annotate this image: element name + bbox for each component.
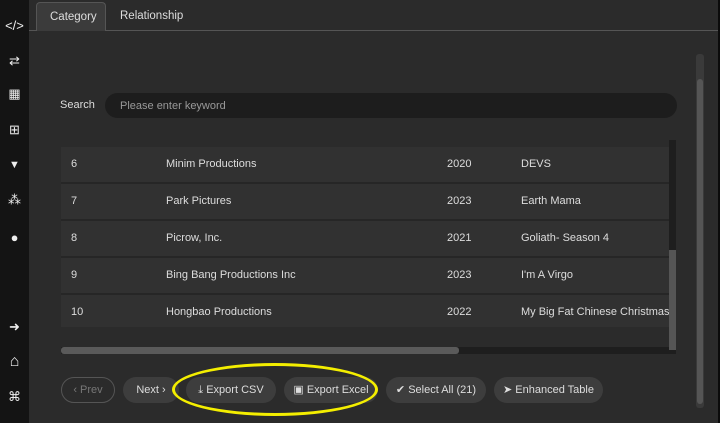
- scrollbar-thumb[interactable]: [61, 347, 459, 354]
- table-row[interactable]: 9 Bing Bang Productions Inc 2023 I'm A Virg…: [61, 258, 669, 295]
- enhanced-table-button[interactable]: ➤ Enhanced Table: [494, 377, 603, 403]
- code-icon[interactable]: </>: [0, 15, 29, 35]
- hierarchy-icon[interactable]: ⊞: [0, 120, 29, 140]
- prev-button[interactable]: ‹ Prev: [61, 377, 115, 403]
- filter-icon[interactable]: ▼: [0, 155, 29, 175]
- cell-year: 2023: [447, 195, 472, 207]
- table-row[interactable]: 8 Picrow, Inc. 2021 Goliath- Season 4: [61, 221, 669, 258]
- cell-index: 6: [71, 158, 78, 170]
- export-excel-button[interactable]: ▣ Export Excel: [284, 377, 378, 403]
- globe-icon[interactable]: ●: [0, 227, 29, 247]
- cell-index: 10: [71, 306, 84, 318]
- select-all-button[interactable]: ✔ Select All (21): [386, 377, 486, 403]
- cell-index: 8: [71, 232, 78, 244]
- network-icon[interactable]: ⁂: [0, 190, 29, 210]
- cell-title: Goliath- Season 4: [521, 232, 610, 244]
- logout-icon[interactable]: ➜: [0, 317, 29, 337]
- swap-icon[interactable]: ⇄: [0, 51, 29, 71]
- table-row[interactable]: 6 Minim Productions 2020 DEVS: [61, 147, 669, 184]
- search-label: Search: [60, 99, 95, 111]
- cell-index: 7: [71, 195, 78, 207]
- cell-index: 9: [71, 269, 78, 281]
- home-icon[interactable]: ⌂: [0, 352, 29, 372]
- scrollbar-thumb[interactable]: [697, 79, 703, 404]
- table-horizontal-scrollbar[interactable]: [61, 347, 669, 354]
- table-row[interactable]: 10 Hongbao Productions 2022 My Big Fat Chin…: [61, 295, 669, 327]
- cell-company: Minim Productions: [166, 158, 257, 170]
- scrollbar-thumb[interactable]: [669, 250, 676, 350]
- cell-year: 2023: [447, 269, 472, 281]
- table-icon[interactable]: ▦: [0, 84, 29, 104]
- main-panel: Category Relationship Search 6 Minim Prod…: [29, 0, 718, 423]
- export-csv-button[interactable]: ⤓ Export CSV: [186, 377, 276, 403]
- command-icon[interactable]: ⌘: [0, 387, 29, 407]
- tab-bar: Category Relationship: [29, 0, 718, 31]
- search-input[interactable]: [105, 93, 677, 118]
- table-vertical-scrollbar[interactable]: [669, 140, 676, 354]
- results-table: 6 Minim Productions 2020 DEVS 7 Park Picture…: [61, 147, 669, 327]
- cell-title: I'm A Virgo: [521, 269, 574, 281]
- panel-scrollbar[interactable]: [696, 54, 704, 408]
- tab-relationship[interactable]: Relationship: [107, 2, 196, 31]
- cell-year: 2021: [447, 232, 472, 244]
- table-row[interactable]: 7 Park Pictures 2023 Earth Mama: [61, 184, 669, 221]
- cell-company: Hongbao Productions: [166, 306, 272, 318]
- cell-title: My Big Fat Chinese Christmas: [521, 306, 669, 318]
- cell-year: 2022: [447, 306, 472, 318]
- cell-year: 2020: [447, 158, 472, 170]
- tab-category[interactable]: Category: [36, 2, 106, 31]
- sidebar: </> ⇄ ▦ ⊞ ▼ ⁂ ● ➜ ⌂ ⌘: [0, 0, 29, 423]
- cell-company: Park Pictures: [166, 195, 232, 207]
- cell-title: Earth Mama: [521, 195, 581, 207]
- next-button[interactable]: Next ›: [123, 377, 179, 403]
- cell-company: Picrow, Inc.: [166, 232, 223, 244]
- cell-title: DEVS: [521, 158, 551, 170]
- cell-company: Bing Bang Productions Inc: [166, 269, 296, 281]
